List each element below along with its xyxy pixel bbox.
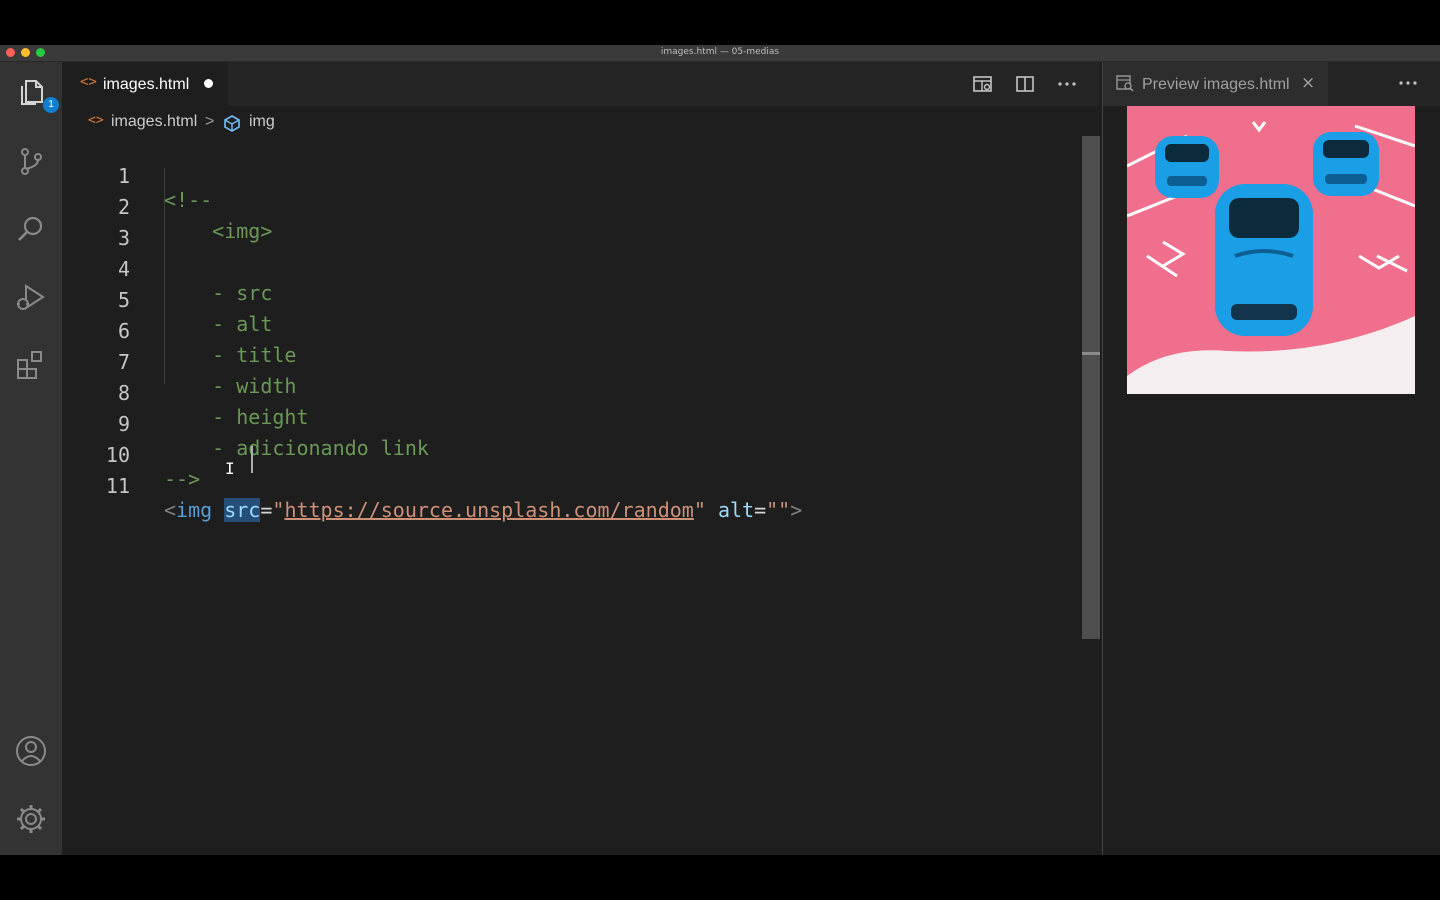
ibeam-pointer-icon: I (225, 459, 235, 478)
code-line: 8 - height (62, 354, 1082, 429)
more-actions-icon[interactable] (1397, 72, 1419, 94)
editor-group: <> images.html <> images.html > img 1 <!… (62, 62, 1100, 855)
attribute-alt: alt (717, 498, 755, 522)
code-line: 6 - title (62, 292, 1082, 367)
code-area[interactable]: 1 <!-- 2 <img> 3 4 - src 5 - alt 6 - tit… (62, 137, 1082, 737)
code-line: 1 <!-- (62, 137, 1082, 212)
tab-images-html[interactable]: <> images.html (62, 62, 228, 106)
tag-name: img (176, 498, 213, 522)
car-right (1313, 132, 1379, 196)
split-editor-icon[interactable] (1014, 73, 1036, 95)
breadcrumb-symbol[interactable]: img (249, 113, 275, 131)
breadcrumb: <> images.html > img (62, 106, 1082, 136)
quote: " (693, 498, 706, 522)
html-file-icon: <> (80, 74, 97, 90)
code-line: 3 (62, 199, 1082, 250)
extensions-icon[interactable] (14, 348, 48, 382)
code-line: 7 - width (62, 323, 1082, 398)
car-middle (1215, 184, 1313, 336)
files-icon[interactable]: 1 (14, 76, 59, 113)
code-line: 4 - src (62, 230, 1082, 305)
unsaved-dot-icon[interactable] (204, 79, 213, 88)
attribute-src: src (224, 498, 261, 522)
code-line-current: 11 <img src="https://source.unsplash.com… (62, 447, 1082, 522)
symbol-element-icon (222, 114, 242, 132)
line-text: <img src="https://source.unsplash.com/ra… (164, 495, 802, 526)
equals-sign: = (260, 498, 273, 522)
close-icon[interactable]: × (1301, 73, 1315, 93)
preview-icon (1115, 73, 1135, 93)
vscode-window: images.html — 05-medias 1 <> images.html… (0, 45, 1440, 855)
editor-tab-bar: <> images.html (62, 62, 1100, 106)
explorer-badge: 1 (43, 97, 59, 113)
more-actions-icon[interactable] (1056, 73, 1078, 95)
breadcrumb-file[interactable]: images.html (111, 113, 197, 131)
code-line: 9 - adicionando link (62, 385, 1082, 460)
code-line: 10 --> (62, 416, 1082, 491)
title-bar: images.html — 05-medias (0, 45, 1440, 62)
open-preview-icon[interactable] (972, 73, 994, 95)
preview-pane: Preview images.html × (1102, 62, 1440, 855)
activity-bar: 1 (0, 62, 62, 855)
car-left (1155, 136, 1219, 198)
tab-preview[interactable]: Preview images.html × (1103, 62, 1328, 106)
scrollbar-cursor-marker (1082, 352, 1100, 355)
run-debug-icon[interactable] (14, 280, 48, 314)
preview-tab-label: Preview images.html (1142, 76, 1290, 93)
search-icon[interactable] (14, 212, 48, 246)
settings-gear-icon[interactable] (14, 802, 48, 836)
code-line: 5 - alt (62, 261, 1082, 336)
tag-bracket: < (164, 498, 177, 522)
quote: " (272, 498, 285, 522)
editor-scrollbar-thumb[interactable] (1082, 136, 1100, 639)
equals-sign: = (754, 498, 767, 522)
preview-tab-bar: Preview images.html × (1103, 62, 1440, 106)
breadcrumb-separator: > (205, 113, 215, 130)
source-control-icon[interactable] (14, 144, 48, 178)
empty-string: "" (766, 498, 791, 522)
preview-image (1126, 106, 1416, 394)
text-cursor (251, 446, 253, 473)
tab-label: images.html (103, 76, 190, 93)
code-line: 2 <img> (62, 168, 1082, 243)
account-icon[interactable] (14, 734, 48, 768)
html-file-icon: <> (88, 113, 104, 128)
line-number: 11 (105, 474, 130, 498)
src-url-link[interactable]: https://source.unsplash.com/random (284, 498, 693, 522)
tag-bracket: > (790, 498, 803, 522)
window-title: images.html — 05-medias (660, 47, 780, 57)
